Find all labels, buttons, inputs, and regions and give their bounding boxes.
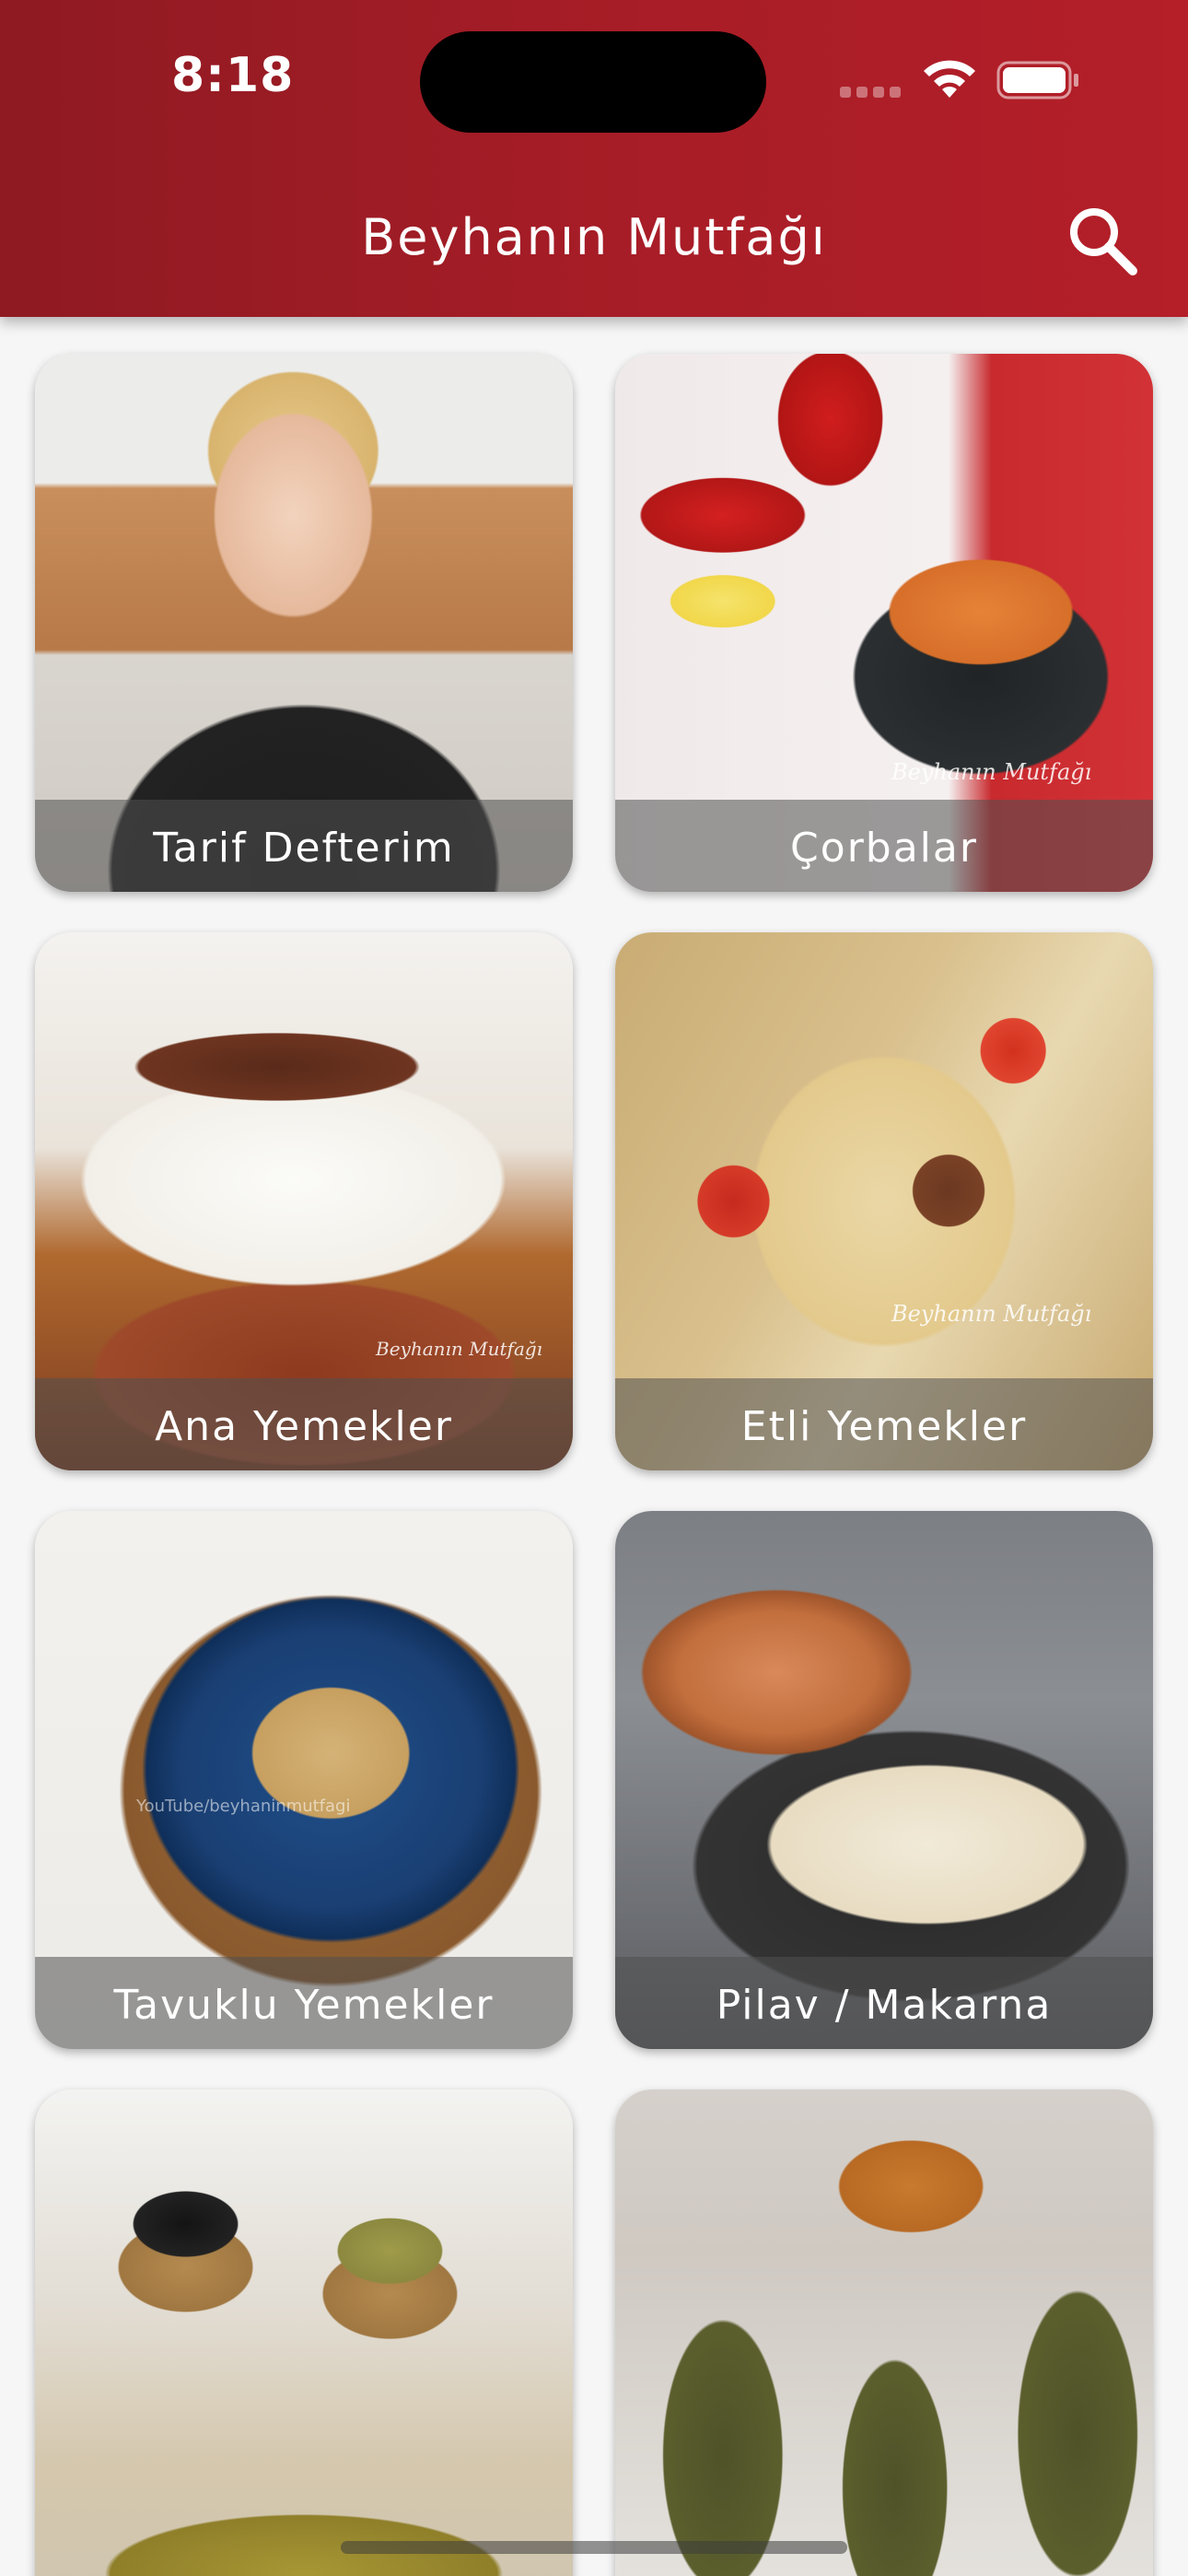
category-card-sarmalar[interactable] bbox=[615, 2090, 1153, 2576]
stuffed-leaves-image bbox=[615, 2090, 1153, 2576]
home-indicator[interactable] bbox=[341, 2541, 847, 2554]
search-button[interactable] bbox=[1065, 203, 1142, 280]
category-grid: Tarif Defterim Beyhanın Mutfağı Çorbalar… bbox=[35, 354, 1153, 2576]
search-icon bbox=[1070, 208, 1137, 275]
category-label: Tarif Defterim bbox=[153, 825, 455, 872]
category-label: Çorbalar bbox=[790, 825, 978, 872]
image-watermark: YouTube/beyhaninmutfagi bbox=[136, 1797, 351, 1816]
category-label: Etli Yemekler bbox=[740, 1403, 1028, 1450]
image-watermark: Beyhanın Mutfağı bbox=[891, 759, 1092, 785]
status-time: 8:18 bbox=[171, 48, 295, 103]
category-card-zeytinyaglilar[interactable] bbox=[35, 2090, 573, 2576]
cellular-signal-icon bbox=[840, 83, 903, 98]
app-title: Beyhanın Mutfağı bbox=[361, 208, 827, 266]
category-card-corbalar[interactable]: Beyhanın Mutfağı Çorbalar bbox=[615, 354, 1153, 892]
category-card-etli-yemekler[interactable]: Beyhanın Mutfağı Etli Yemekler bbox=[615, 932, 1153, 1470]
category-card-tarif-defterim[interactable]: Tarif Defterim bbox=[35, 354, 573, 892]
app-screen: 8:18 Beyhanın Mutfağı Tarif Defterim Bey… bbox=[0, 0, 1188, 2576]
image-watermark: Beyhanın Mutfağı bbox=[376, 1338, 543, 1360]
category-card-tavuklu-yemekler[interactable]: YouTube/beyhaninmutfagi Tavuklu Yemekler bbox=[35, 1511, 573, 2049]
category-card-ana-yemekler[interactable]: Beyhanın Mutfağı Ana Yemekler bbox=[35, 932, 573, 1470]
category-label: Ana Yemekler bbox=[155, 1403, 453, 1450]
dynamic-island bbox=[420, 31, 766, 133]
wifi-icon bbox=[924, 60, 975, 98]
app-header: 8:18 Beyhanın Mutfağı bbox=[0, 0, 1188, 317]
category-card-pilav-makarna[interactable]: Pilav / Makarna bbox=[615, 1511, 1153, 2049]
image-watermark: Beyhanın Mutfağı bbox=[891, 1301, 1092, 1327]
category-label: Tavuklu Yemekler bbox=[113, 1982, 495, 2029]
olives-oil-image bbox=[35, 2090, 573, 2576]
battery-icon bbox=[996, 61, 1078, 100]
category-label: Pilav / Makarna bbox=[716, 1982, 1053, 2029]
